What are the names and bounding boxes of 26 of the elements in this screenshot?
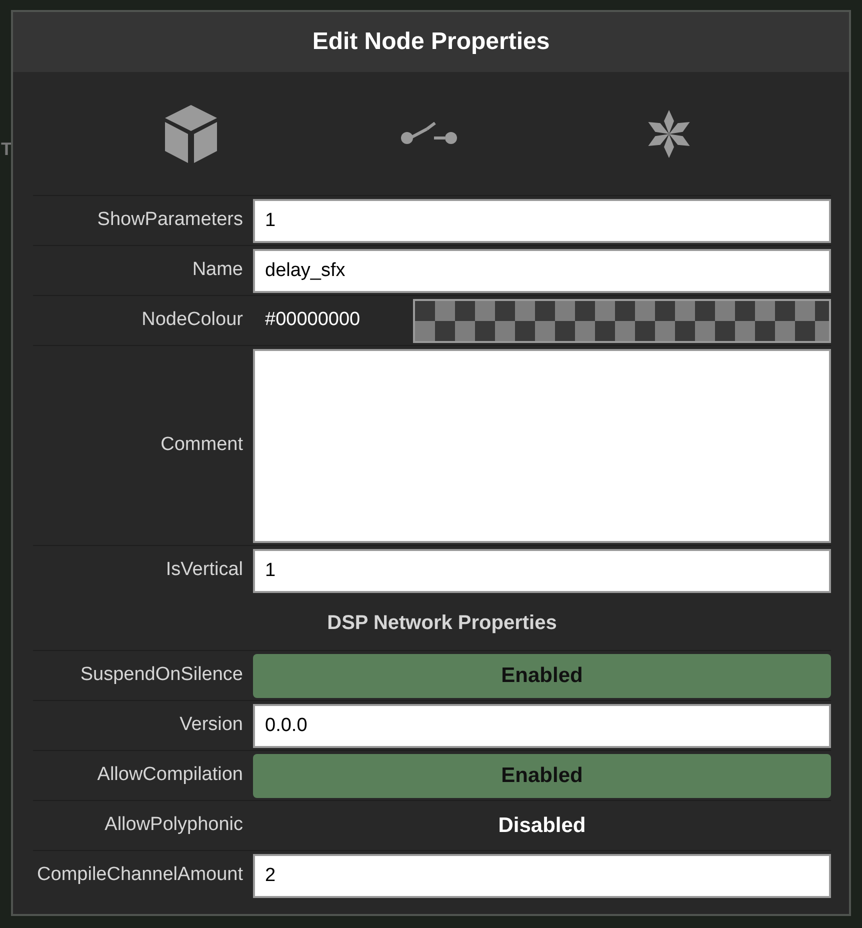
property-label: IsVertical [166,558,243,582]
property-label: CompileChannelAmount [37,863,243,888]
colour-swatch[interactable] [413,298,831,342]
property-label: Comment [160,433,243,458]
property-label: Name [192,258,243,282]
value-field[interactable]: 1 [253,198,831,242]
section-heading: DSP Network Properties [327,610,557,636]
value-field[interactable]: 0.0.0 [253,704,831,748]
background-label: T [1,138,12,161]
property-label: AllowPolyphonic [104,813,243,838]
cube-icon[interactable] [164,104,217,162]
toggle-button[interactable]: Disabled [253,804,831,848]
property-label: NodeColour [142,308,243,332]
toggle-button[interactable]: Enabled [253,654,831,698]
property-label: SuspendOnSilence [80,663,243,688]
property-label: ShowParameters [97,208,243,232]
value-field[interactable]: delay_sfx [253,248,831,292]
switch-icon[interactable] [400,122,458,146]
property-label: Version [180,713,243,738]
value-field[interactable]: 2 [253,854,831,898]
colour-value: #00000000 [264,308,362,332]
value-field[interactable]: 1 [253,548,831,592]
window-title: Edit Node Properties [312,27,550,57]
toggle-button[interactable]: Enabled [253,754,831,798]
comment-field[interactable] [253,348,831,542]
property-label: AllowCompilation [97,763,243,788]
